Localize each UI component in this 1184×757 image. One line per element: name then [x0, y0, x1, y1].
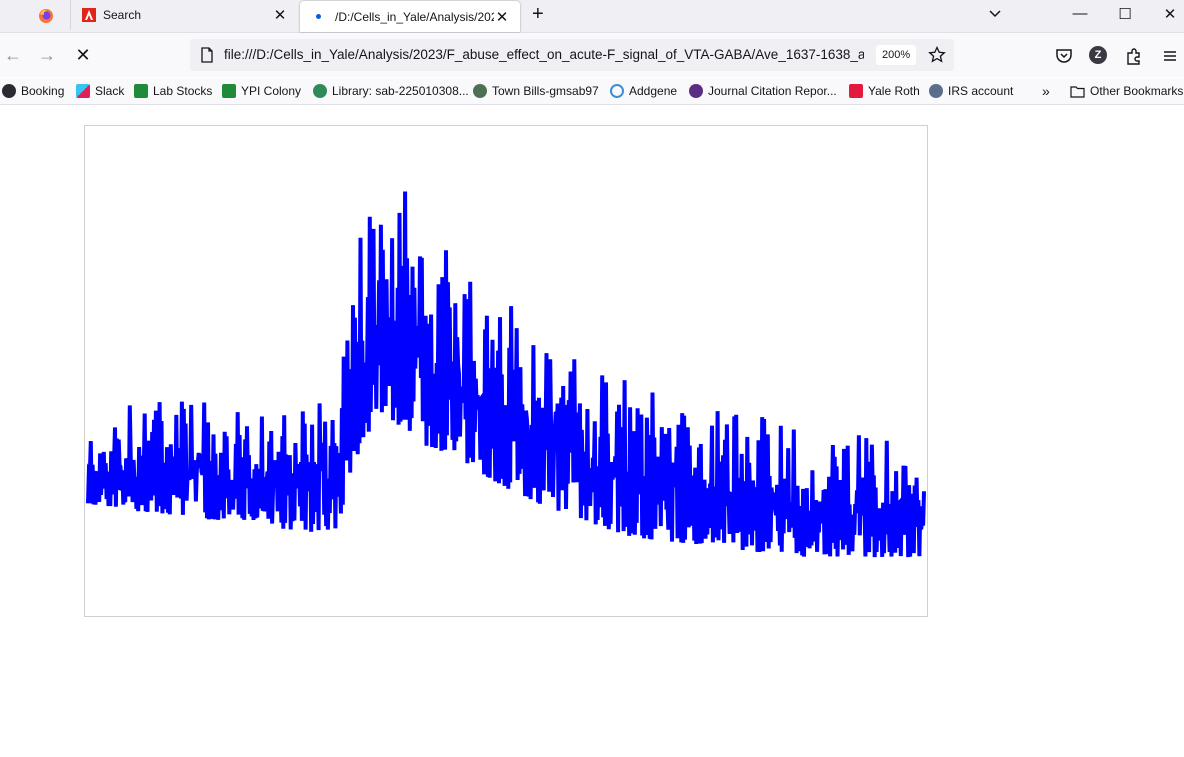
close-tab-icon[interactable]: ✕: [494, 8, 510, 26]
slack-icon: [76, 84, 90, 98]
firefox-icon: [39, 9, 53, 23]
bookmark-ypi-colony[interactable]: YPI Colony: [222, 82, 301, 100]
chevron-down-icon: [989, 10, 1001, 18]
town-seal-icon: [473, 84, 487, 98]
tab-strip: Search ✕ /D:/Cells_in_Yale/Analysis/2023…: [0, 0, 1184, 33]
adobe-icon: [82, 8, 96, 22]
bookmark-yale-roth[interactable]: Yale Roth: [849, 82, 920, 100]
bookmark-addgene[interactable]: Addgene: [610, 82, 677, 100]
close-window-button[interactable]: ✕: [1160, 5, 1180, 23]
trace-line: [86, 191, 926, 558]
tab-active-file[interactable]: /D:/Cells_in_Yale/Analysis/2023/ ✕: [300, 1, 520, 32]
pinned-tab-firefox[interactable]: [24, 4, 68, 28]
stop-loading-button[interactable]: ✕: [72, 45, 94, 67]
bookmark-town-bills[interactable]: Town Bills-gmsab97: [473, 82, 599, 100]
hamburger-menu-icon[interactable]: [1160, 46, 1180, 66]
other-bookmarks-folder[interactable]: Other Bookmarks: [1070, 82, 1183, 100]
minimize-button[interactable]: —: [1070, 5, 1090, 22]
tab-title: /D:/Cells_in_Yale/Analysis/2023/: [335, 9, 494, 24]
account-avatar[interactable]: Z: [1088, 46, 1108, 66]
bookmark-irs-account[interactable]: IRS account: [929, 82, 1013, 100]
more-bookmarks-chevron-icon[interactable]: »: [1042, 82, 1050, 100]
bookmarks-toolbar: Booking Slack Lab Stocks YPI Colony Libr…: [0, 78, 1184, 105]
new-tab-button[interactable]: +: [532, 3, 544, 26]
irs-eagle-icon: [929, 84, 943, 98]
bookmark-label: Slack: [95, 84, 125, 98]
bookmark-label: Town Bills-gmsab97: [492, 84, 599, 98]
maximize-button[interactable]: ☐: [1115, 5, 1135, 23]
library-icon: [313, 84, 327, 98]
bookmark-label: Addgene: [629, 84, 678, 98]
account-initial: Z: [1089, 46, 1107, 64]
tab-title: Search: [103, 8, 142, 22]
bookmark-label: IRS account: [948, 84, 1014, 98]
plot-frame: [84, 125, 928, 617]
pocket-icon[interactable]: [1054, 46, 1074, 66]
bookmark-library[interactable]: Library: sab-225010308...: [313, 82, 469, 100]
addgene-icon: [610, 84, 624, 98]
bookmark-label: Lab Stocks: [153, 84, 213, 98]
url-bar[interactable]: file:///D:/Cells_in_Yale/Analysis/2023/F…: [190, 39, 954, 71]
loading-dot-icon: [316, 14, 321, 19]
booking-icon: [2, 84, 16, 98]
back-button[interactable]: ←: [2, 45, 24, 67]
bookmark-label: Yale Roth: [868, 84, 920, 98]
bookmark-slack[interactable]: Slack: [76, 82, 124, 100]
bookmark-star-icon[interactable]: [928, 46, 946, 64]
bookmark-label: Booking: [21, 84, 65, 98]
green-cross-icon: [222, 84, 236, 98]
page-icon: [201, 47, 213, 63]
bookmark-label: YPI Colony: [241, 84, 302, 98]
bookmark-booking[interactable]: Booking: [2, 82, 64, 100]
navigation-toolbar: ← → ✕ file:///D:/Cells_in_Yale/Analysis/…: [0, 33, 1184, 77]
close-tab-icon[interactable]: ✕: [272, 6, 288, 24]
bank-logo-icon: [849, 84, 863, 98]
signal-trace-chart: [86, 191, 926, 558]
bookmark-lab-stocks[interactable]: Lab Stocks: [134, 82, 212, 100]
list-all-tabs-button[interactable]: [988, 7, 1002, 24]
bookmark-journal-citation[interactable]: Journal Citation Repor...: [689, 82, 837, 100]
url-text[interactable]: file:///D:/Cells_in_Yale/Analysis/2023/F…: [224, 47, 864, 62]
bookmark-label: Other Bookmarks: [1090, 84, 1184, 98]
tab-search[interactable]: Search ✕: [70, 0, 298, 30]
green-cross-icon: [134, 84, 148, 98]
page-content: [0, 105, 1184, 757]
folder-icon: [1070, 85, 1085, 98]
bookmark-label: Library: sab-225010308...: [332, 84, 469, 98]
forward-button[interactable]: →: [36, 45, 58, 67]
extensions-puzzle-icon[interactable]: [1124, 46, 1144, 66]
clarivate-icon: [689, 84, 703, 98]
zoom-level-button[interactable]: 200%: [876, 45, 917, 65]
bookmark-label: Journal Citation Repor...: [708, 84, 837, 98]
